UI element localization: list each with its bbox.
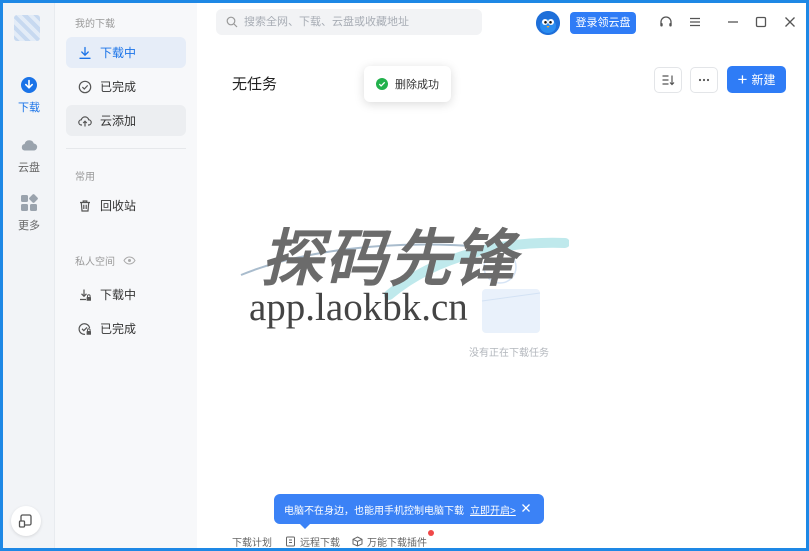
rail-item-label: 下载 — [18, 102, 40, 114]
headset-icon[interactable] — [658, 14, 674, 30]
footer-label: 下载计划 — [232, 538, 272, 548]
app-window: 下载 云盘 更多 我的下载 下载中 已完成 云添加 常用 回收站 私人空间 下载… — [3, 3, 806, 548]
success-check-icon — [376, 78, 388, 90]
nav-item-label: 下载中 — [100, 46, 137, 60]
footer-label: 万能下载插件 — [367, 538, 427, 548]
remote-icon — [286, 536, 295, 547]
toast: 删除成功 — [364, 66, 451, 102]
tablet-icon — [18, 514, 32, 528]
trash-icon — [80, 199, 90, 212]
nav-item-completed[interactable]: 已完成 — [66, 71, 186, 102]
nav-item-label: 已完成 — [100, 80, 137, 94]
search-icon — [226, 16, 238, 28]
download-icon — [21, 77, 37, 93]
nav-section-title: 我的下载 — [75, 19, 115, 30]
search-box[interactable] — [216, 9, 482, 35]
nav-section-title: 私人空间 — [75, 257, 115, 268]
private-download-icon — [80, 289, 91, 301]
watermark-url: app.laokbk.cn — [249, 286, 468, 329]
rail-item-label: 更多 — [18, 220, 40, 232]
app-logo — [14, 15, 40, 41]
avatar[interactable] — [536, 11, 560, 35]
nav-section-title: 常用 — [75, 172, 95, 183]
empty-state-text: 没有正在下载任务 — [469, 348, 549, 359]
cloud-upload-icon — [78, 115, 92, 126]
nav-item-label: 已完成 — [100, 322, 137, 336]
check-circle-icon — [78, 80, 92, 93]
cube-icon — [352, 536, 363, 547]
search-input[interactable] — [244, 16, 474, 28]
private-done-icon — [78, 322, 91, 335]
download-icon — [79, 46, 91, 59]
cloud-icon — [21, 140, 38, 151]
nav-item-private-downloading[interactable]: 下载中 — [66, 279, 186, 310]
rail-item-more[interactable]: 更多 — [3, 193, 55, 233]
nav-item-cloud-add[interactable]: 云添加 — [66, 105, 186, 136]
banner-enable-link[interactable]: 立即开启> — [470, 502, 516, 517]
page-title: 无任务 — [232, 76, 278, 93]
rail-item-label: 云盘 — [18, 162, 40, 174]
nav-divider — [66, 148, 186, 149]
more-options-button[interactable] — [690, 67, 718, 93]
nav-item-private-completed[interactable]: 已完成 — [66, 313, 186, 344]
left-rail: 下载 云盘 更多 — [3, 3, 55, 548]
download-nav: 我的下载 下载中 已完成 云添加 常用 回收站 私人空间 下载中 已完成 — [55, 3, 197, 548]
download-plan-link[interactable]: 下载计划 — [232, 534, 272, 548]
mascot-bird-icon — [536, 11, 560, 35]
nav-item-label: 回收站 — [100, 199, 137, 213]
nav-item-label: 云添加 — [100, 114, 137, 128]
new-task-label: 新建 — [751, 73, 776, 87]
toast-text: 删除成功 — [395, 79, 439, 91]
ellipsis-icon — [698, 78, 710, 82]
new-task-button[interactable]: + 新建 — [727, 66, 786, 93]
rail-item-cloud[interactable]: 云盘 — [3, 135, 55, 175]
minimize-icon[interactable] — [725, 14, 741, 30]
sort-button[interactable] — [654, 67, 682, 93]
plugin-link[interactable]: 万能下载插件 — [352, 534, 427, 548]
remote-download-link[interactable]: 远程下载 — [285, 534, 340, 548]
nav-section-private: 私人空间 — [75, 253, 136, 268]
notification-dot — [428, 530, 434, 536]
maximize-icon[interactable] — [753, 14, 769, 30]
device-button[interactable] — [11, 506, 41, 536]
remote-download-banner: 电脑不在身边，也能用手机控制电脑下载 立即开启> — [274, 494, 544, 524]
footer-label: 远程下载 — [300, 538, 340, 548]
plus-icon: + — [737, 70, 748, 89]
nav-item-label: 下载中 — [100, 288, 137, 302]
menu-icon[interactable] — [687, 14, 703, 30]
nav-item-recycle-bin[interactable]: 回收站 — [66, 190, 186, 221]
sort-icon — [662, 75, 675, 86]
eye-icon[interactable] — [123, 256, 136, 265]
close-icon[interactable] — [520, 502, 532, 514]
banner-text: 电脑不在身边，也能用手机控制电脑下载 — [284, 505, 464, 517]
grid-icon — [21, 194, 38, 211]
nav-item-downloading[interactable]: 下载中 — [66, 37, 186, 68]
close-icon[interactable] — [782, 14, 798, 30]
banner-pointer — [299, 523, 311, 529]
rail-item-download[interactable]: 下载 — [3, 75, 55, 115]
login-button[interactable]: 登录领云盘 — [570, 12, 636, 34]
